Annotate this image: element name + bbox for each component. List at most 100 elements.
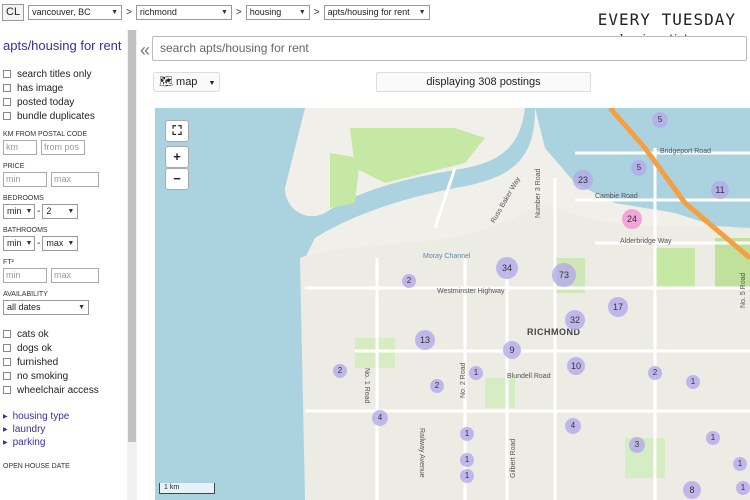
listing-cluster-marker[interactable]: 3 [629, 437, 645, 453]
km-input[interactable]: km [3, 140, 37, 155]
link-label: parking [12, 437, 46, 448]
listing-cluster-marker[interactable]: 34 [496, 257, 518, 279]
checkbox-icon[interactable] [3, 358, 11, 366]
triangle-right-icon: ▶ [3, 440, 8, 446]
listing-cluster-marker[interactable]: 24 [622, 209, 642, 229]
road-label: Cambie Road [595, 193, 638, 200]
chevron-down-icon: ▼ [111, 8, 119, 16]
no-smoking-checkbox[interactable]: no smoking [3, 369, 127, 383]
subcategory-value: apts/housing for rent [327, 6, 410, 17]
triangle-right-icon: ▶ [3, 414, 8, 420]
postal-code-input[interactable]: from pos [41, 140, 85, 155]
parking-link[interactable]: ▶ parking [3, 436, 127, 449]
availability-select[interactable]: all dates ▼ [3, 300, 89, 315]
sidebar-scrollbar-thumb[interactable] [128, 30, 136, 442]
checkbox-icon[interactable] [3, 70, 11, 78]
listings-map[interactable]: Westminster Highway Bridgeport Road Camb… [155, 108, 750, 500]
listing-cluster-marker[interactable]: 2 [430, 379, 444, 393]
listing-cluster-marker[interactable]: 2 [648, 366, 662, 380]
listing-cluster-marker[interactable]: 1 [733, 457, 747, 471]
ft-min-input[interactable]: min [3, 268, 47, 283]
checkbox-icon[interactable] [3, 98, 11, 106]
laundry-link[interactable]: ▶ laundry [3, 423, 127, 436]
listing-cluster-marker[interactable]: 32 [565, 310, 585, 330]
checkbox-icon[interactable] [3, 84, 11, 92]
listing-cluster-marker[interactable]: 23 [573, 170, 593, 190]
bundle-duplicates-checkbox[interactable]: bundle duplicates [3, 109, 127, 123]
listing-cluster-marker[interactable]: 13 [415, 330, 435, 350]
listing-cluster-marker[interactable]: 5 [631, 160, 647, 176]
craigslist-logo[interactable]: CL [2, 3, 25, 21]
sidebar-title: apts/housing for rent [3, 38, 122, 53]
listing-cluster-marker[interactable]: 1 [460, 469, 474, 483]
collapse-sidebar-icon[interactable]: « [140, 40, 150, 61]
checkbox-icon[interactable] [3, 330, 11, 338]
listing-cluster-marker[interactable]: 1 [686, 375, 700, 389]
listing-cluster-marker[interactable]: 1 [736, 481, 750, 495]
price-min-input[interactable]: min [3, 172, 47, 187]
chevron-down-icon: ▼ [25, 240, 33, 247]
dogs-ok-checkbox[interactable]: dogs ok [3, 341, 127, 355]
subcategory-select[interactable]: apts/housing for rent ▼ [323, 4, 430, 20]
housing-type-link[interactable]: ▶ housing type [3, 410, 127, 423]
furnished-checkbox[interactable]: furnished [3, 355, 127, 369]
bathrooms-min-select[interactable]: min ▼ [3, 236, 35, 251]
search-input[interactable]: search apts/housing for rent [152, 36, 747, 61]
road-label: Railway Avenue [418, 428, 425, 478]
option-label: dogs ok [17, 342, 53, 354]
category-select[interactable]: housing ▼ [245, 4, 310, 20]
view-mode-select[interactable]: 🗺︎ map ▼ [153, 72, 220, 92]
listing-cluster-marker[interactable]: 4 [565, 418, 581, 434]
has-image-checkbox[interactable]: has image [3, 81, 127, 95]
park-area [655, 248, 695, 288]
listing-cluster-marker[interactable]: 9 [503, 341, 521, 359]
cats-ok-checkbox[interactable]: cats ok [3, 327, 127, 341]
checkbox-icon[interactable] [3, 386, 11, 394]
listing-cluster-marker[interactable]: 4 [372, 410, 388, 426]
price-label: PRICE [3, 163, 25, 170]
checkbox-icon[interactable] [3, 372, 11, 380]
listing-cluster-marker[interactable]: 11 [711, 181, 729, 199]
location-select[interactable]: vancouver, BC ▼ [28, 4, 123, 20]
breadcrumb-separator: > [126, 6, 132, 18]
fullscreen-button[interactable]: ⛶ [165, 120, 189, 142]
road-label: Alderbridge Way [620, 238, 672, 245]
listing-cluster-marker[interactable]: 5 [652, 112, 668, 128]
listing-cluster-marker[interactable]: 2 [402, 274, 416, 288]
bathrooms-max-select[interactable]: max ▼ [42, 236, 79, 251]
search-titles-checkbox[interactable]: search titles only [3, 67, 127, 81]
option-label: furnished [17, 356, 59, 368]
chevron-down-icon: ▼ [25, 208, 33, 215]
park-area [485, 378, 515, 408]
listing-cluster-marker[interactable]: 2 [333, 364, 347, 378]
map-scale: 1 km [159, 483, 215, 494]
listing-cluster-marker[interactable]: 1 [460, 453, 474, 467]
price-max-input[interactable]: max [51, 172, 99, 187]
wheelchair-access-checkbox[interactable]: wheelchair access [3, 383, 127, 397]
bedrooms-max-select[interactable]: 2 ▼ [42, 204, 79, 219]
ft-max-input[interactable]: max [51, 268, 99, 283]
chevron-down-icon: ▼ [298, 8, 306, 16]
bedrooms-label: BEDROOMS [3, 195, 44, 202]
listing-cluster-marker[interactable]: 73 [552, 263, 576, 287]
zoom-in-button[interactable]: + [165, 146, 189, 168]
select-value: 2 [46, 206, 52, 216]
road-label: Bridgeport Road [660, 148, 711, 155]
listing-cluster-marker[interactable]: 1 [460, 427, 474, 441]
select-value: min [7, 206, 22, 216]
checkbox-icon[interactable] [3, 344, 11, 352]
listing-cluster-marker[interactable]: 17 [608, 297, 628, 317]
category-value: housing [249, 6, 282, 17]
checkbox-icon[interactable] [3, 112, 11, 120]
listing-cluster-marker[interactable]: 1 [706, 431, 720, 445]
listing-cluster-marker[interactable]: 8 [683, 481, 701, 499]
listing-cluster-marker[interactable]: 10 [567, 357, 585, 375]
bedrooms-min-select[interactable]: min ▼ [3, 204, 35, 219]
posted-today-checkbox[interactable]: posted today [3, 95, 127, 109]
subarea-select[interactable]: richmond ▼ [135, 4, 232, 20]
zoom-out-button[interactable]: − [165, 168, 189, 190]
select-value: max [46, 238, 64, 248]
results-panel: « search apts/housing for rent 🗺︎ map ▼ … [137, 30, 750, 500]
listing-cluster-marker[interactable]: 1 [469, 366, 483, 380]
option-label: bundle duplicates [17, 110, 95, 122]
